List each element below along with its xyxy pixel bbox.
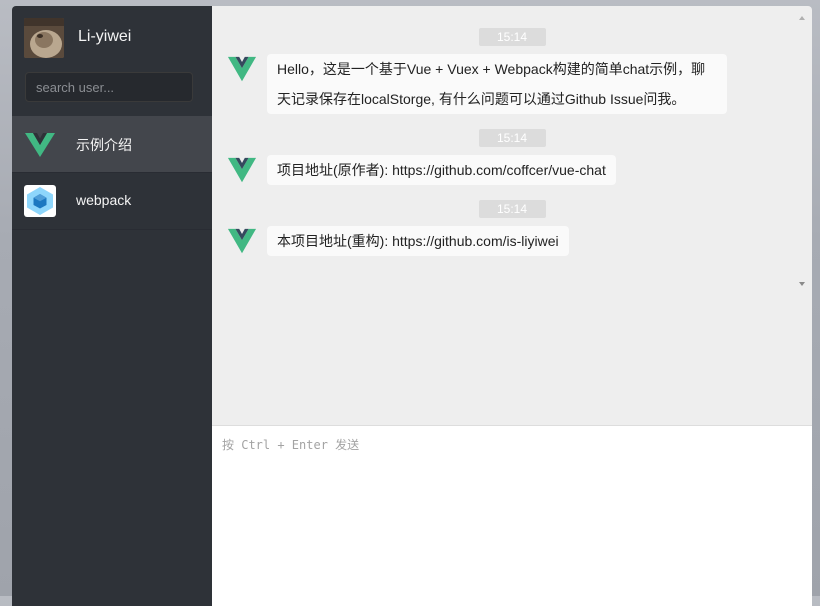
- composer: [212, 426, 812, 606]
- session-item-webpack[interactable]: webpack: [12, 173, 212, 230]
- session-name: 示例介绍: [76, 137, 132, 153]
- message-input[interactable]: [212, 426, 812, 606]
- message-area[interactable]: 15:14 Hello，这是一个基于Vue + Vuex + Webpack构建…: [212, 6, 812, 426]
- message-list: 15:14 Hello，这是一个基于Vue + Vuex + Webpack构建…: [212, 28, 812, 256]
- session-item-example[interactable]: 示例介绍: [12, 116, 212, 173]
- user-avatar: [24, 18, 64, 58]
- session-list: 示例介绍 webpack: [12, 116, 212, 230]
- message-item: 15:14 Hello，这是一个基于Vue + Vuex + Webpack构建…: [212, 28, 812, 114]
- sidebar: Li-yiwei 示例介绍 webpack: [12, 6, 212, 606]
- message-item: 15:14 项目地址(原作者): https://github.com/coff…: [212, 129, 812, 185]
- message-bubble: 项目地址(原作者): https://github.com/coffcer/vu…: [267, 155, 616, 185]
- scroll-up-arrow-icon[interactable]: [799, 16, 805, 20]
- message-time: 15:14: [478, 200, 546, 218]
- session-name: webpack: [76, 192, 132, 208]
- message-bubble: Hello，这是一个基于Vue + Vuex + Webpack构建的简单cha…: [267, 54, 727, 114]
- vue-logo-icon: [227, 157, 257, 183]
- message-time: 15:14: [478, 28, 546, 46]
- scroll-down-arrow-icon[interactable]: [799, 282, 805, 286]
- webpack-logo-icon: [24, 185, 56, 217]
- message-bubble: 本项目地址(重构): https://github.com/is-liyiwei: [267, 226, 569, 256]
- username: Li-yiwei: [78, 28, 132, 45]
- vue-logo-icon: [227, 56, 257, 82]
- message-item: 15:14 本项目地址(重构): https://github.com/is-l…: [212, 200, 812, 256]
- user-photo-icon: [24, 18, 64, 58]
- vue-logo-icon: [227, 228, 257, 254]
- main-panel: 15:14 Hello，这是一个基于Vue + Vuex + Webpack构建…: [212, 6, 812, 606]
- vue-logo-icon: [25, 133, 55, 157]
- message-time: 15:14: [478, 129, 546, 147]
- message-scrollbar[interactable]: [798, 16, 808, 286]
- user-card: Li-yiwei: [12, 6, 212, 116]
- search-input[interactable]: [25, 72, 193, 102]
- chat-window: Li-yiwei 示例介绍 webpack: [12, 6, 812, 606]
